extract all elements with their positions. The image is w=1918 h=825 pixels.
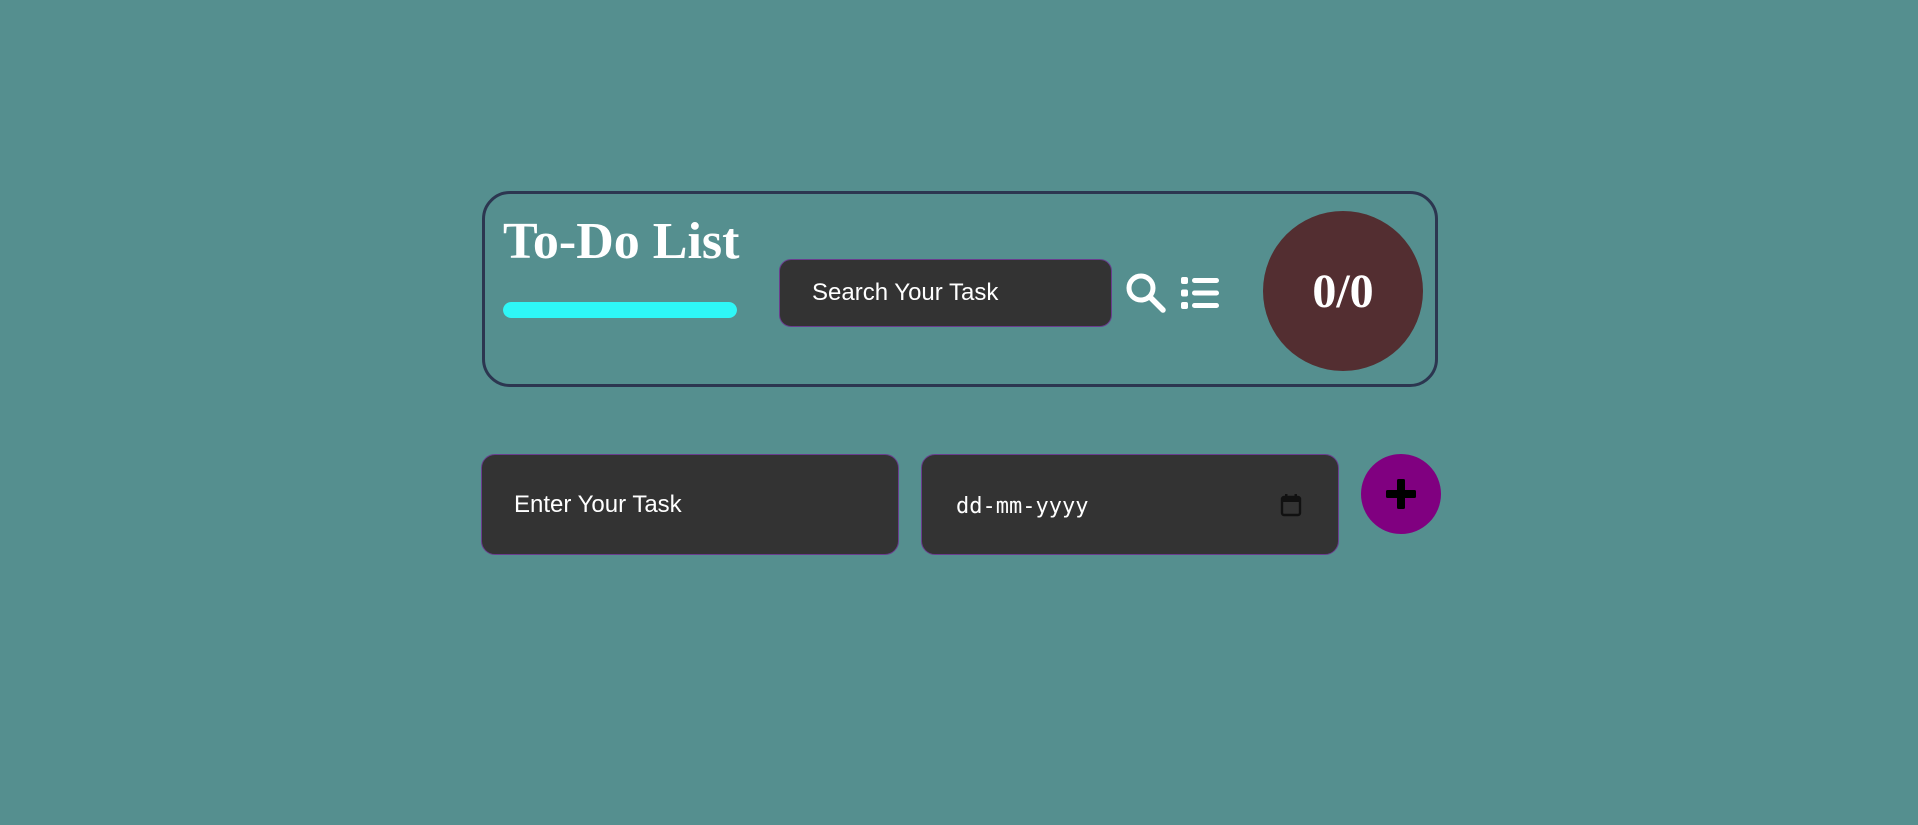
task-input[interactable] <box>481 454 899 555</box>
search-input[interactable] <box>779 259 1112 327</box>
progress-bar <box>503 302 737 318</box>
page-title: To-Do List <box>503 213 740 270</box>
calendar-icon <box>1280 494 1302 517</box>
task-counter: 0/0 <box>1263 211 1423 371</box>
list-icon <box>1181 277 1219 309</box>
search-icon <box>1126 273 1166 313</box>
list-view-button[interactable] <box>1180 274 1220 312</box>
progress-bar-fill <box>503 302 737 318</box>
task-counter-text: 0/0 <box>1312 264 1374 318</box>
calendar-picker-button[interactable] <box>1280 493 1302 517</box>
add-task-button[interactable] <box>1361 454 1441 534</box>
search-button[interactable] <box>1125 272 1167 314</box>
plus-icon <box>1386 479 1416 509</box>
header-card: To-Do List 0/0 <box>482 191 1438 387</box>
date-input[interactable]: dd-mm-yyyy <box>921 454 1339 555</box>
date-placeholder: dd-mm-yyyy <box>956 494 1089 519</box>
